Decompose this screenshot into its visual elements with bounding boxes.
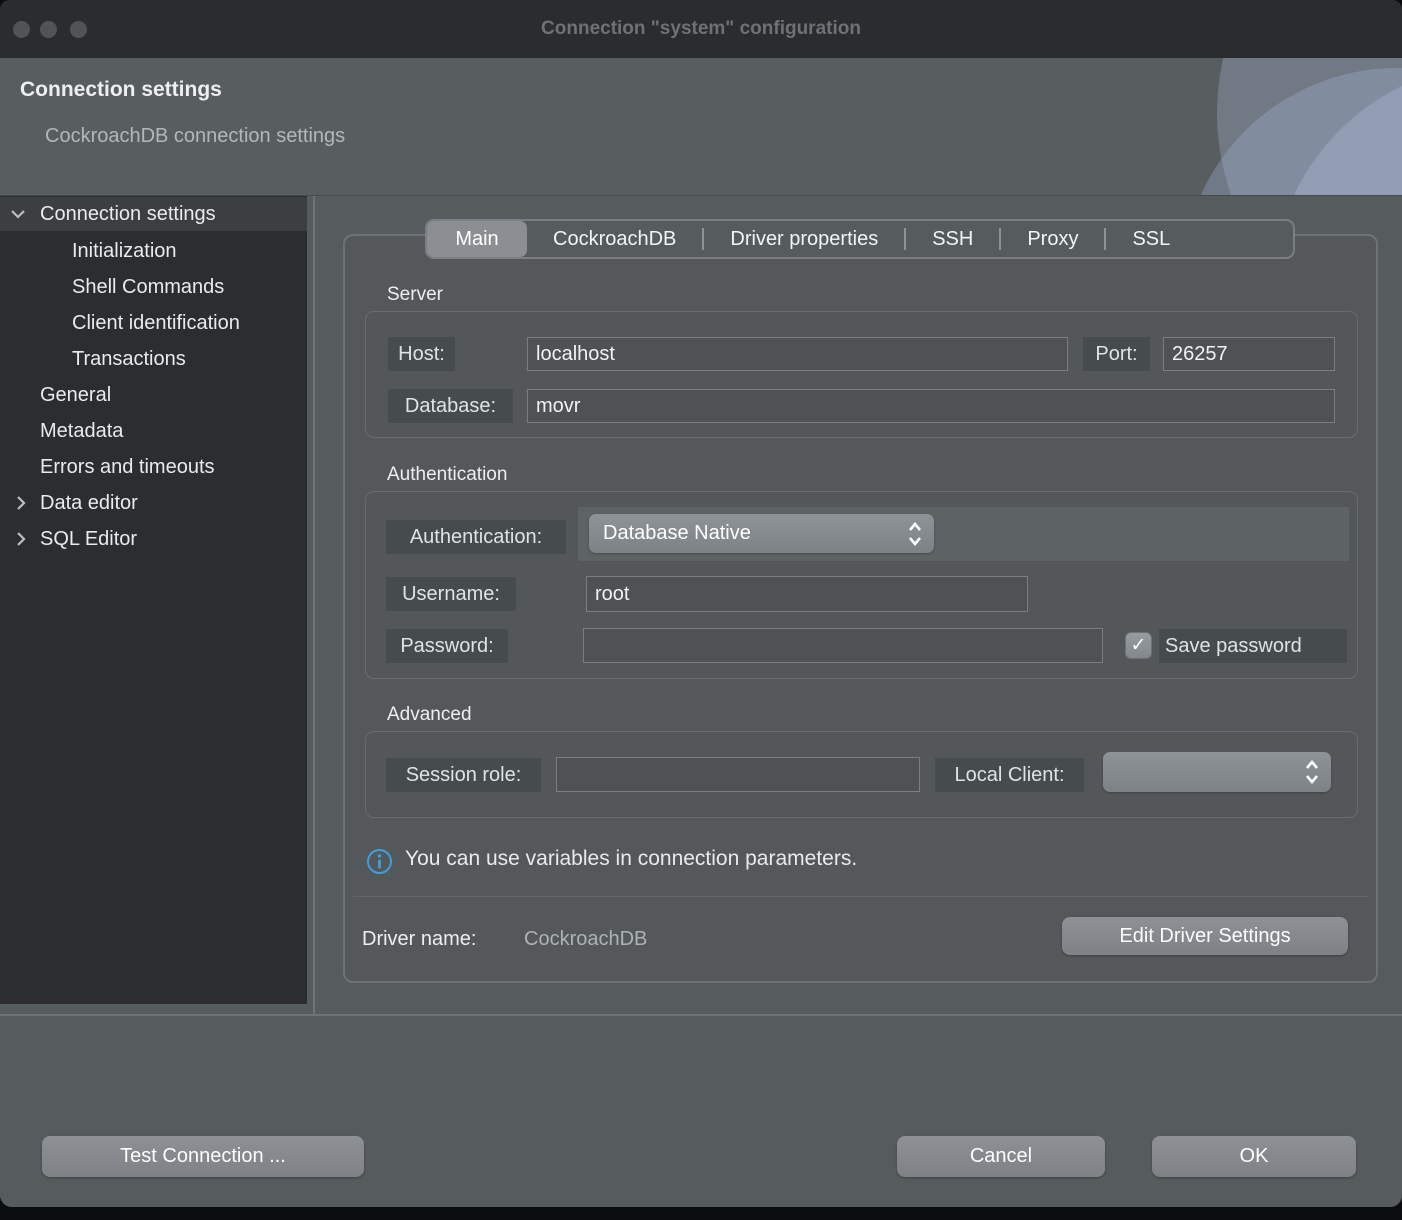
chevron-down-icon [9,205,27,223]
database-label: Database: [388,389,513,423]
cancel-button[interactable]: Cancel [897,1136,1105,1177]
port-label: Port: [1083,337,1150,371]
tab-main[interactable]: Main [427,221,527,257]
main-tab-panel: Server Host: Port: Database: Authenticat… [343,234,1378,983]
authentication-group: Authentication: Database Native Username… [365,491,1358,679]
tab-proxy[interactable]: Proxy [1001,221,1104,257]
sidebar-item-shell-commands[interactable]: Shell Commands [0,270,307,304]
sidebar-item-errors-and-timeouts[interactable]: Errors and timeouts [0,450,307,484]
driver-name-label: Driver name: [362,928,476,951]
dialog-footer: Test Connection ... Cancel OK [0,1014,1402,1207]
sidebar-item-general[interactable]: General [0,378,307,412]
page-title: Connection settings [20,78,222,102]
tab-ssh[interactable]: SSH [906,221,999,257]
tab-driver-properties[interactable]: Driver properties [704,221,904,257]
info-icon [366,848,393,875]
port-input[interactable] [1163,337,1335,371]
sidebar-item-client-identification[interactable]: Client identification [0,306,307,340]
dialog-header: Connection settings CockroachDB connecti… [0,58,1402,196]
edit-driver-settings-button[interactable]: Edit Driver Settings [1062,917,1348,955]
connection-configuration-dialog: Connection "system" configuration Connec… [0,0,1402,1207]
chevron-right-icon [12,530,30,548]
settings-tree: Connection settings Initialization Shell… [0,196,307,1004]
main-area: Connection settings Initialization Shell… [0,196,1402,1014]
sidebar-item-initialization[interactable]: Initialization [0,234,307,268]
sidebar-divider [313,196,315,1014]
up-down-chevrons-icon [906,521,924,547]
host-input[interactable] [527,337,1068,371]
settings-content: Main CockroachDB Driver properties SSH P… [316,196,1402,1014]
server-group: Host: Port: Database: [365,311,1358,438]
session-role-input[interactable] [556,757,920,792]
chevron-right-icon [12,494,30,512]
decorative-arcs [982,58,1402,195]
up-down-chevrons-icon [1303,759,1321,785]
authentication-group-label: Authentication [387,464,507,486]
window-title: Connection "system" configuration [0,0,1402,58]
advanced-group: Session role: Local Client: [365,731,1358,818]
tab-cockroachdb[interactable]: CockroachDB [527,221,702,257]
test-connection-button[interactable]: Test Connection ... [42,1136,364,1177]
sidebar-item-sql-editor[interactable]: SQL Editor [0,522,307,556]
variables-hint-text: You can use variables in connection para… [405,847,857,871]
database-input[interactable] [527,389,1335,423]
username-label: Username: [386,577,516,611]
page-subtitle: CockroachDB connection settings [45,125,345,148]
checkmark-icon: ✓ [1131,635,1147,656]
save-password-label: Save password [1159,629,1347,663]
authentication-select[interactable]: Database Native [589,514,934,553]
session-role-label: Session role: [386,758,541,792]
advanced-group-label: Advanced [387,704,472,726]
password-input[interactable] [583,628,1103,663]
ok-button[interactable]: OK [1152,1136,1356,1177]
host-label: Host: [388,337,455,371]
connection-tabs: Main CockroachDB Driver properties SSH P… [425,219,1295,259]
server-group-label: Server [387,284,443,306]
save-password-checkbox[interactable]: ✓ [1125,632,1152,659]
username-input[interactable] [586,576,1028,612]
password-label: Password: [386,629,508,663]
sidebar-item-connection-settings[interactable]: Connection settings [0,197,307,231]
local-client-label: Local Client: [935,758,1084,792]
local-client-select[interactable] [1103,752,1331,792]
tab-ssl[interactable]: SSL [1106,221,1196,257]
sidebar-item-transactions[interactable]: Transactions [0,342,307,376]
authentication-label: Authentication: [386,520,566,554]
sidebar-item-data-editor[interactable]: Data editor [0,486,307,520]
driver-name-value: CockroachDB [524,928,647,951]
titlebar: Connection "system" configuration [0,0,1402,58]
sidebar-item-metadata[interactable]: Metadata [0,414,307,448]
panel-separator [353,896,1368,897]
